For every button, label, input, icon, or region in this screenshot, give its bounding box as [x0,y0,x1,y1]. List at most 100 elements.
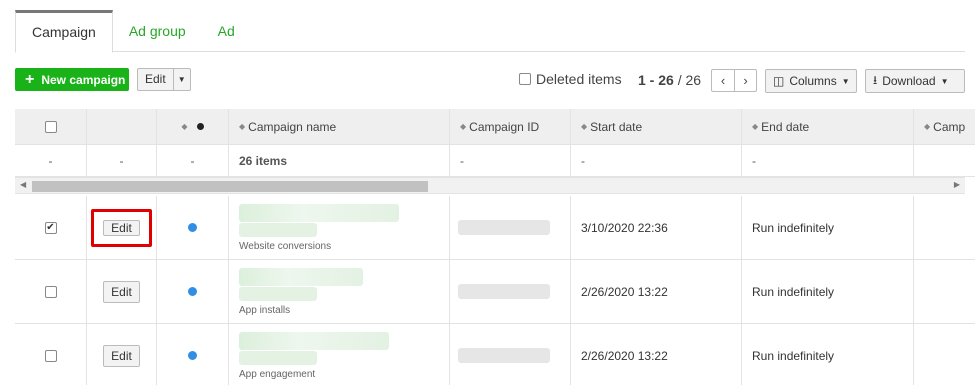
campaign-objective: App installs [239,304,291,316]
edit-button[interactable]: Edit [103,344,140,367]
start-date-cell: 2/26/2020 13:22 [571,260,742,323]
header-campaign-name[interactable]: ◆ Campaign name [229,109,450,144]
campaign-id-cell [450,324,571,385]
pagination-info: 1 - 26 / 26 [638,72,701,88]
row-checkbox[interactable] [44,349,57,362]
summary-row: - - - 26 items - - - [15,145,975,177]
header-campaign-id[interactable]: ◆ Campaign ID [450,109,571,144]
campaign-id-cell [450,260,571,323]
table-header-row: ◆ ◆ Campaign name ◆ Campaign ID ◆ Start dat… [15,109,975,145]
sort-icon: ◆ [924,122,931,131]
summary-cell [914,145,975,176]
sort-icon: ◆ [581,122,588,131]
table-row: ✔ Edit Website conversions 3/10/2020 22:… [15,196,975,260]
sort-icon: ◆ [460,122,467,131]
edit-button[interactable]: Edit [103,280,140,303]
columns-label: Columns [789,74,837,88]
header-label: Campaign name [248,119,337,134]
header-label: Campaign ID [469,119,540,134]
sort-icon: ◆ [239,122,246,131]
campaign-name-cell[interactable]: App engagement [229,324,450,385]
summary-cell: - [742,145,914,176]
header-status[interactable]: ◆ [157,109,229,144]
tab-ad[interactable]: Ad [202,10,251,52]
sort-icon: ◆ [181,122,188,131]
status-dot-icon [188,287,197,296]
campaign-manager: Campaign Ad group Ad + New campaign Edit… [0,0,975,385]
download-button[interactable]: ⭳ Download ▼ [865,69,965,93]
sort-icon: ◆ [752,122,759,131]
tab-ad-group[interactable]: Ad group [113,10,202,52]
caret-down-icon: ▼ [940,76,949,86]
campaign-id-cell [450,196,571,259]
deleted-items-label: Deleted items [536,71,622,87]
end-date-cell: Run indefinitely [742,260,914,323]
chevron-left-icon[interactable]: ‹ [712,70,734,91]
row-edit-cell: Edit [87,324,157,385]
truncated-cell [914,260,975,323]
row-select-cell [15,324,87,385]
row-status-cell [157,260,229,323]
scrollbar-thumb[interactable] [32,181,428,192]
row-status-cell [157,324,229,385]
start-date-cell: 2/26/2020 13:22 [571,324,742,385]
download-icon: ⭳ [873,72,878,87]
campaign-objective: App engagement [239,368,316,380]
row-select-cell: ✔ [15,196,87,259]
status-dot-icon [188,223,197,232]
row-checkbox[interactable] [44,285,57,298]
horizontal-scrollbar[interactable]: ◀ ▶ [15,177,965,194]
level-tabs: Campaign Ad group Ad [15,10,965,53]
header-label: End date [761,119,810,134]
select-all-cell [15,109,87,144]
deleted-items-checkbox[interactable] [519,73,531,85]
bulk-edit-dropdown[interactable]: Edit ▼ [137,68,191,91]
select-all-checkbox[interactable] [44,120,57,133]
summary-cell: - [15,145,87,176]
header-end-date[interactable]: ◆ End date [742,109,914,144]
caret-down-icon: ▼ [841,76,850,86]
redacted-id [458,348,550,363]
item-count-label: 26 items [239,153,288,168]
end-date-cell: Run indefinitely [742,324,914,385]
row-checkbox[interactable]: ✔ [44,221,57,234]
truncated-cell [914,196,975,259]
campaign-name-cell[interactable]: App installs [229,260,450,323]
header-campaign-truncated[interactable]: ◆ Camp [914,109,975,144]
redacted-name [239,331,389,350]
end-date-cell: Run indefinitely [742,196,914,259]
deleted-items-toggle[interactable]: Deleted items [519,71,622,87]
page-total: 26 [685,72,702,88]
row-edit-cell: Edit [87,260,157,323]
redacted-id [458,220,550,235]
summary-cell: - [157,145,229,176]
row-edit-cell: Edit [87,196,157,259]
chevron-right-icon[interactable]: › [734,70,756,91]
edit-button[interactable]: Edit [103,219,140,236]
header-actions [87,109,157,144]
tab-campaign[interactable]: Campaign [15,10,113,53]
redacted-name [239,267,363,286]
campaign-objective: Website conversions [239,240,332,252]
scroll-right-icon[interactable]: ▶ [954,180,960,189]
header-start-date[interactable]: ◆ Start date [571,109,742,144]
start-date-cell: 3/10/2020 22:36 [571,196,742,259]
summary-cell: - [87,145,157,176]
new-campaign-button[interactable]: + New campaign [15,68,129,91]
truncated-cell [914,324,975,385]
columns-button[interactable]: ◫ Columns ▼ [765,69,857,93]
campaign-name-cell[interactable]: Website conversions [229,196,450,259]
page-range: 1 - 26 [638,72,674,88]
scroll-left-icon[interactable]: ◀ [20,180,26,189]
download-label: Download [882,74,936,88]
table-row: Edit App installs 2/26/2020 13:22 Run in… [15,260,975,324]
status-dot-icon [188,351,197,360]
plus-icon: + [25,70,35,88]
summary-cell: - [571,145,742,176]
row-select-cell [15,260,87,323]
status-dot-icon [196,123,204,130]
bulk-edit-label[interactable]: Edit [138,69,174,90]
redacted-name [239,286,317,301]
caret-down-icon[interactable]: ▼ [174,69,190,90]
summary-item-count: 26 items [229,145,450,176]
